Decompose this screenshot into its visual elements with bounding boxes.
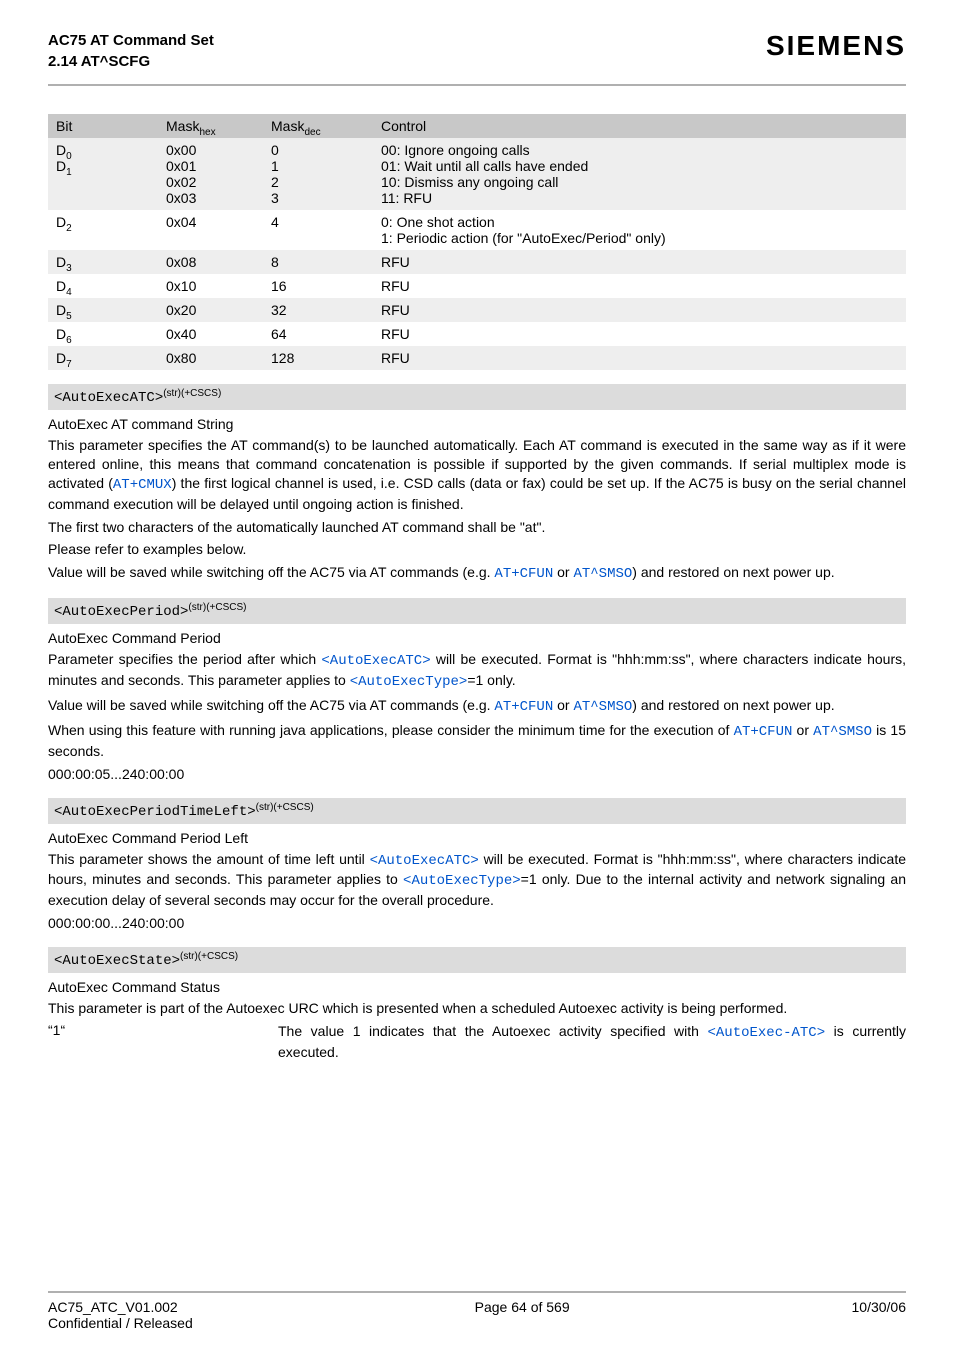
cell-dec: 0123 — [263, 138, 373, 210]
cell-bit: D3 — [48, 250, 158, 274]
cell-bit: D0D1 — [48, 138, 158, 210]
cell-hex: 0x04 — [158, 210, 263, 250]
header-title-line2: 2.14 AT^SCFG — [48, 53, 150, 70]
param-name: <AutoExecATC> — [54, 390, 163, 406]
cell-control: RFU — [373, 322, 906, 346]
param-desc-atc-2: The first two characters of the automati… — [48, 518, 906, 537]
param-bar-autoexecatc: <AutoExecATC>(str)(+CSCS) — [48, 384, 906, 410]
link-autoexectype-1[interactable]: <AutoExecType> — [350, 674, 468, 690]
table-row: D20x0440: One shot action1: Periodic act… — [48, 210, 906, 250]
cell-dec: 4 — [263, 210, 373, 250]
link-autoexecatc-1[interactable]: <AutoExecATC> — [321, 653, 430, 669]
param-sup: (str)(+CSCS) — [163, 388, 221, 399]
cell-hex: 0x40 — [158, 322, 263, 346]
table-row: D0D10x000x010x020x03012300: Ignore ongoi… — [48, 138, 906, 210]
param-desc-period-1: Parameter specifies the period after whi… — [48, 650, 906, 692]
table-row: D40x1016RFU — [48, 274, 906, 298]
param-title-state: AutoExec Command Status — [48, 979, 906, 995]
cell-control: 00: Ignore ongoing calls01: Wait until a… — [373, 138, 906, 210]
bits-table: Bit Maskhex Maskdec Control D0D10x000x01… — [48, 114, 906, 370]
cell-dec: 32 — [263, 298, 373, 322]
cell-control: RFU — [373, 250, 906, 274]
cell-control: RFU — [373, 298, 906, 322]
cell-hex: 0x80 — [158, 346, 263, 370]
table-row: D50x2032RFU — [48, 298, 906, 322]
cell-dec: 8 — [263, 250, 373, 274]
param-desc-period-2: Value will be saved while switching off … — [48, 696, 906, 717]
page-header: AC75 AT Command Set 2.14 AT^SCFG SIEMENS — [48, 30, 906, 80]
table-row: D70x80128RFU — [48, 346, 906, 370]
th-hex: Maskhex — [158, 114, 263, 138]
cell-bit: D4 — [48, 274, 158, 298]
link-at-smso-2[interactable]: AT^SMSO — [573, 699, 632, 715]
brand-logo: SIEMENS — [766, 30, 906, 62]
cell-hex: 0x10 — [158, 274, 263, 298]
param-desc-state-1: This parameter is part of the Autoexec U… — [48, 999, 906, 1018]
th-bit: Bit — [48, 114, 158, 138]
param-desc-atc-1: This parameter specifies the AT command(… — [48, 436, 906, 514]
param-range-period: 000:00:05...240:00:00 — [48, 765, 906, 784]
header-rule — [48, 84, 906, 86]
footer-right: 10/30/06 — [852, 1299, 907, 1331]
th-dec: Maskdec — [263, 114, 373, 138]
cell-bit: D2 — [48, 210, 158, 250]
th-control: Control — [373, 114, 906, 138]
cell-dec: 64 — [263, 322, 373, 346]
cell-hex: 0x20 — [158, 298, 263, 322]
link-at-smso-3[interactable]: AT^SMSO — [813, 724, 872, 740]
param-bar-timeleft: <AutoExecPeriodTimeLeft>(str)(+CSCS) — [48, 798, 906, 824]
cell-dec: 128 — [263, 346, 373, 370]
header-title-line1: AC75 AT Command Set — [48, 32, 214, 49]
param-name: <AutoExecPeriodTimeLeft> — [54, 804, 256, 820]
param-value-row: “1“ The value 1 indicates that the Autoe… — [48, 1022, 906, 1066]
cell-hex: 0x08 — [158, 250, 263, 274]
page-footer: AC75_ATC_V01.002 Confidential / Released… — [48, 1291, 906, 1331]
cell-control: RFU — [373, 346, 906, 370]
param-title-atc: AutoExec AT command String — [48, 416, 906, 432]
param-bar-state: <AutoExecState>(str)(+CSCS) — [48, 947, 906, 973]
param-value-key: “1“ — [48, 1022, 268, 1038]
link-at-cfun-1[interactable]: AT+CFUN — [494, 566, 553, 582]
cell-control: RFU — [373, 274, 906, 298]
param-name: <AutoExecPeriod> — [54, 604, 188, 620]
header-title: AC75 AT Command Set 2.14 AT^SCFG — [48, 30, 214, 72]
param-sup: (str)(+CSCS) — [256, 802, 314, 813]
link-at-cmux[interactable]: AT+CMUX — [113, 477, 172, 493]
table-row: D30x088RFU — [48, 250, 906, 274]
param-range-timeleft: 000:00:00...240:00:00 — [48, 914, 906, 933]
link-autoexecatc-2[interactable]: <AutoExecATC> — [370, 853, 479, 869]
link-autoexec-atc[interactable]: <AutoExec-ATC> — [707, 1025, 825, 1041]
cell-control: 0: One shot action1: Periodic action (fo… — [373, 210, 906, 250]
footer-mid: Page 64 of 569 — [475, 1299, 570, 1331]
footer-left: AC75_ATC_V01.002 Confidential / Released — [48, 1299, 193, 1331]
cell-bit: D6 — [48, 322, 158, 346]
cell-bit: D7 — [48, 346, 158, 370]
param-title-period: AutoExec Command Period — [48, 630, 906, 646]
param-bar-autoexecperiod: <AutoExecPeriod>(str)(+CSCS) — [48, 598, 906, 624]
param-desc-period-3: When using this feature with running jav… — [48, 721, 906, 761]
footer-rule — [48, 1291, 906, 1293]
link-at-cfun-2[interactable]: AT+CFUN — [494, 699, 553, 715]
param-desc-timeleft-1: This parameter shows the amount of time … — [48, 850, 906, 911]
param-desc-atc-4: Value will be saved while switching off … — [48, 563, 906, 584]
link-at-cfun-3[interactable]: AT+CFUN — [734, 724, 793, 740]
param-value-desc: The value 1 indicates that the Autoexec … — [278, 1022, 906, 1062]
link-autoexectype-2[interactable]: <AutoExecType> — [403, 873, 521, 889]
param-sup: (str)(+CSCS) — [180, 951, 238, 962]
link-at-smso-1[interactable]: AT^SMSO — [573, 566, 632, 582]
cell-dec: 16 — [263, 274, 373, 298]
cell-bit: D5 — [48, 298, 158, 322]
param-desc-atc-3: Please refer to examples below. — [48, 540, 906, 559]
param-sup: (str)(+CSCS) — [188, 602, 246, 613]
cell-hex: 0x000x010x020x03 — [158, 138, 263, 210]
param-title-timeleft: AutoExec Command Period Left — [48, 830, 906, 846]
param-name: <AutoExecState> — [54, 953, 180, 969]
table-row: D60x4064RFU — [48, 322, 906, 346]
